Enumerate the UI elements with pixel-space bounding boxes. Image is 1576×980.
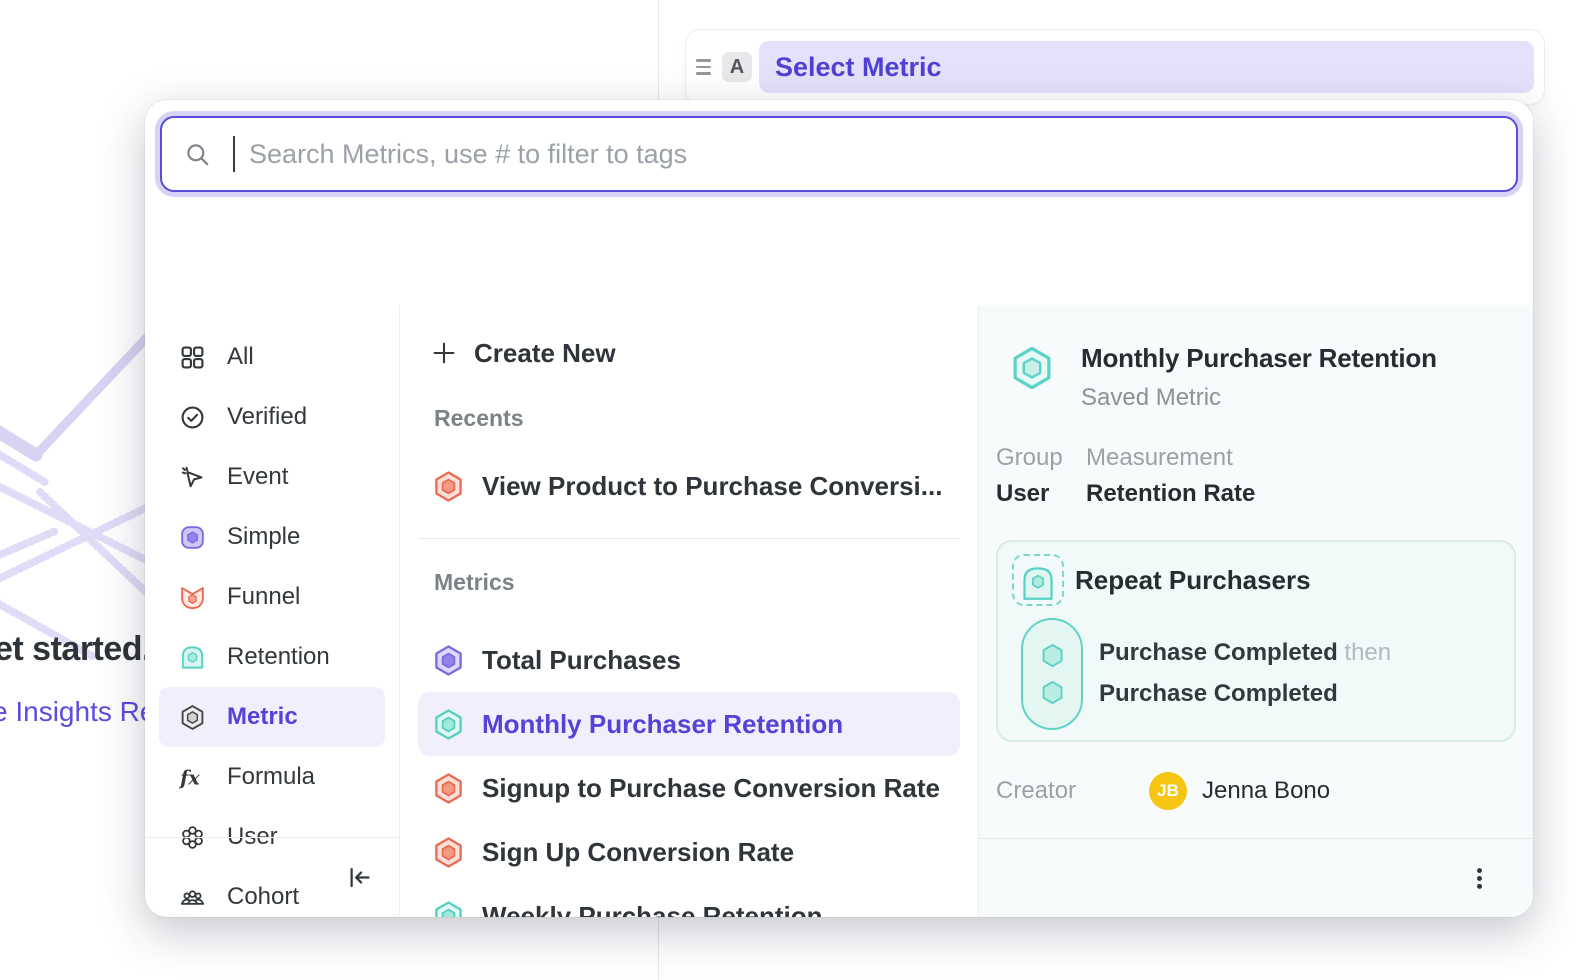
list-item[interactable]: Signup to Purchase Conversion Rate [418,756,960,820]
retention-metric-icon [1009,345,1055,391]
grid-icon [179,344,206,371]
event-hexagon-icon [1039,679,1066,706]
sidebar-item-label: Event [227,463,288,491]
series-letter-badge[interactable]: A [722,52,752,82]
definition-card: Repeat Purchasers Purchase Completed the… [996,540,1516,742]
group-value: User [996,480,1064,508]
sidebar-item-label: Metric [227,703,298,731]
creator-avatar: JB [1149,772,1187,810]
select-metric-button[interactable]: Select Metric [759,41,1534,93]
list-divider [418,538,960,539]
sequence-step-1: Purchase Completed then [1099,632,1391,673]
list-item[interactable]: Weekly Purchase Retention [418,884,960,917]
verified-badge-icon [179,404,206,431]
sidebar-item-label: Verified [227,403,307,431]
detail-footer [979,838,1533,917]
simple-metric-icon [432,644,465,677]
detail-title: Monthly Purchaser Retention [1081,343,1437,374]
sidebar-item-verified[interactable]: Verified [159,387,385,447]
sidebar-item-formula[interactable]: fx Formula [159,747,385,807]
funnel-metric-icon [432,470,465,503]
search-input[interactable]: Search Metrics, use # to filter to tags [160,116,1518,192]
retention-metric-icon [432,708,465,741]
detail-meta: Group User Measurement Retention Rate [996,444,1516,508]
creator-name: Jenna Bono [1202,777,1330,805]
funnel-icon [179,584,206,611]
sequence-capsule [1021,618,1083,730]
metric-picker-modal: Search Metrics, use # to filter to tags … [145,100,1533,917]
sidebar-item-label: Formula [227,763,315,791]
search-icon [184,141,211,168]
retention-metric-icon [432,900,465,918]
recents-header: Recents [434,405,960,432]
kebab-menu-icon[interactable] [1466,865,1493,892]
metric-row-bar: A Select Metric [686,30,1544,104]
list-item[interactable]: Total Purchases [418,628,960,692]
sidebar-item-label: Simple [227,523,300,551]
sequence-connector: then [1344,639,1391,666]
metrics-header: Metrics [434,569,960,596]
background-headline-fragment: et started. [0,630,151,669]
sidebar-footer [145,837,399,917]
search-placeholder: Search Metrics, use # to filter to tags [249,139,687,170]
plus-icon [430,339,458,367]
text-caret [233,136,235,172]
sidebar-item-funnel[interactable]: Funnel [159,567,385,627]
list-item-selected[interactable]: Monthly Purchaser Retention [418,692,960,756]
sidebar-item-event[interactable]: Event [159,447,385,507]
metric-detail-panel: Monthly Purchaser Retention Saved Metric… [978,305,1533,917]
detail-header: Monthly Purchaser Retention Saved Metric [996,343,1516,412]
sidebar-item-label: All [227,343,254,371]
funnel-metric-icon [432,836,465,869]
cohort-definition-icon [1012,554,1064,606]
cursor-click-icon [179,464,206,491]
search-area: Search Metrics, use # to filter to tags [145,100,1533,192]
svg-text:fx: fx [179,766,200,789]
metric-list: Create New Recents View Product to Purch… [400,305,978,917]
group-label: Group [996,444,1064,472]
retention-icon [179,644,206,671]
metric-hexagon-icon [179,704,206,731]
measurement-label: Measurement [1086,444,1255,472]
sidebar-item-all[interactable]: All [159,327,385,387]
sidebar-item-simple[interactable]: Simple [159,507,385,567]
sidebar-item-label: Funnel [227,583,300,611]
create-new-button[interactable]: Create New [418,331,960,375]
background-link-fragment[interactable]: e Insights Re [0,696,155,728]
simple-metric-icon [179,524,206,551]
creator-row: Creator JB Jenna Bono [996,772,1516,810]
formula-icon: fx [179,764,206,791]
sidebar-item-label: Retention [227,643,330,671]
list-item[interactable]: Sign Up Conversion Rate [418,820,960,884]
creator-label: Creator [996,777,1149,805]
detail-type-label: Saved Metric [1081,384,1437,412]
funnel-metric-icon [432,772,465,805]
drag-handle-icon[interactable] [692,53,715,80]
sidebar-item-metric[interactable]: Metric [159,687,385,747]
definition-card-title: Repeat Purchasers [1075,565,1311,596]
sidebar-item-retention[interactable]: Retention [159,627,385,687]
measurement-value: Retention Rate [1086,480,1255,508]
collapse-left-icon[interactable] [346,864,373,891]
filter-sidebar: All Verified Event [145,305,400,917]
list-item[interactable]: View Product to Purchase Conversi... [418,454,960,518]
event-hexagon-icon [1039,642,1066,669]
sequence-step-2: Purchase Completed [1099,673,1391,714]
